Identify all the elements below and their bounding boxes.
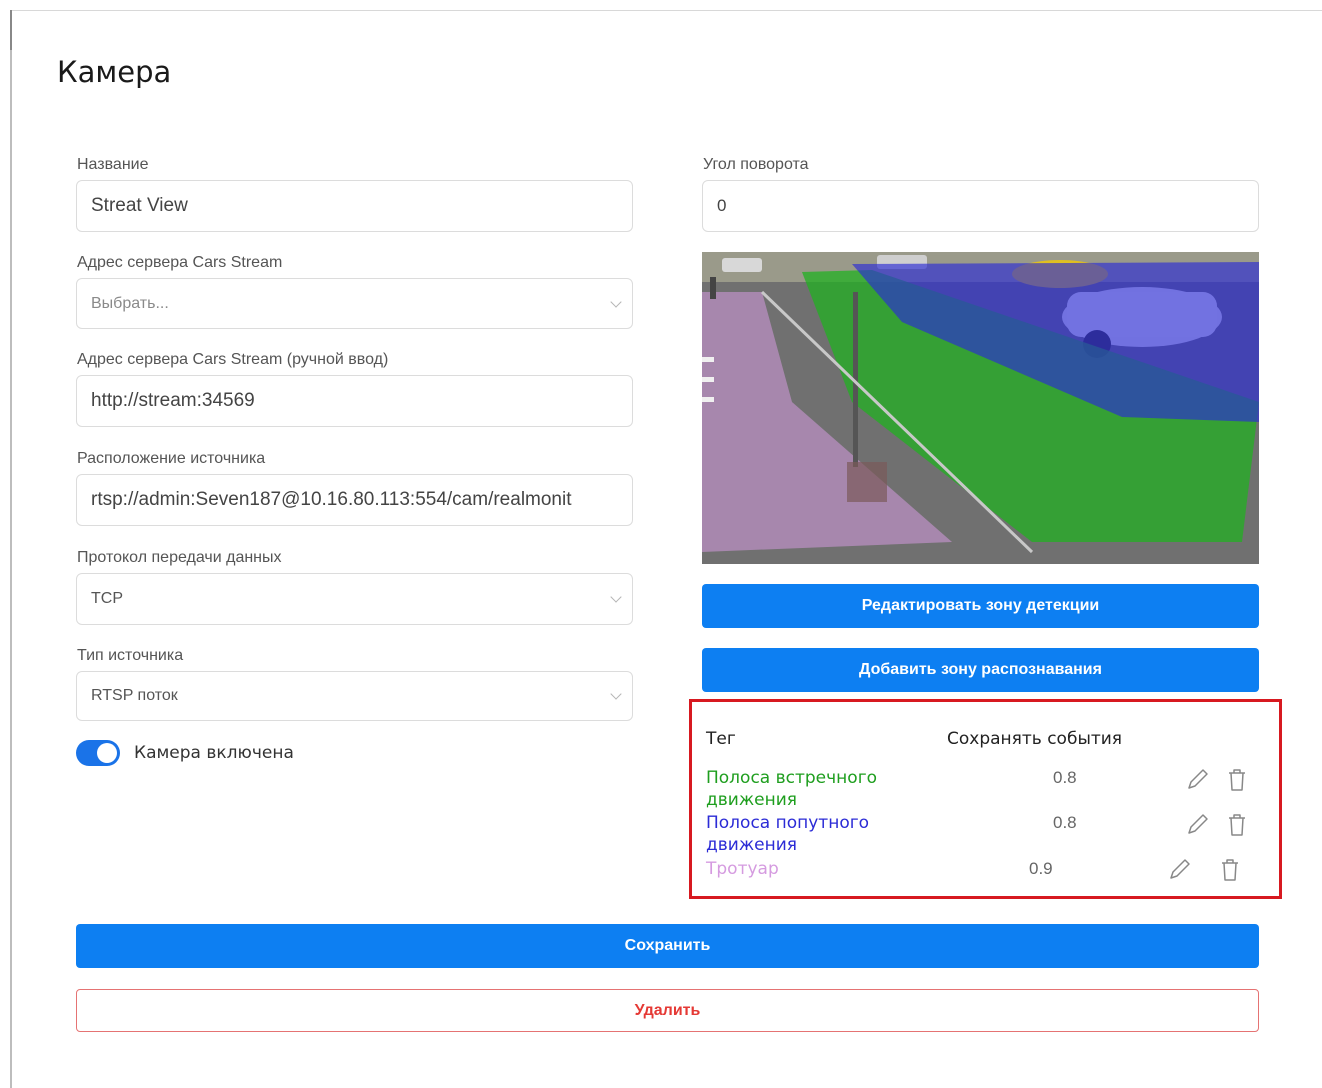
table-row-tag: Полоса попутного движения xyxy=(706,813,870,855)
table-row-tag: Полоса встречного движения xyxy=(706,768,878,810)
pencil-icon[interactable] xyxy=(1166,856,1192,884)
chevron-down-icon xyxy=(610,688,622,700)
protocol-select-value: TCP xyxy=(91,590,123,607)
save-button[interactable]: Сохранить xyxy=(76,924,1259,968)
table-row-value: 0.8 xyxy=(1053,768,1077,787)
chevron-down-icon xyxy=(610,591,622,603)
page-title: Камера xyxy=(57,55,172,89)
rotation-input-value: 0 xyxy=(717,196,727,215)
server-select[interactable]: Выбрать... xyxy=(76,278,633,329)
rotation-input[interactable]: 0 xyxy=(702,180,1259,232)
pencil-icon[interactable] xyxy=(1184,766,1210,794)
camera-enabled-toggle[interactable] xyxy=(76,740,120,766)
pencil-icon[interactable] xyxy=(1184,811,1210,839)
source-location-input[interactable]: rtsp://admin:Seven187@10.16.80.113:554/c… xyxy=(76,474,633,526)
camera-preview-svg xyxy=(702,252,1259,564)
protocol-select[interactable]: TCP xyxy=(76,573,633,625)
rotation-label: Угол поворота xyxy=(703,156,809,173)
source-location-label: Расположение источника xyxy=(77,450,266,467)
window-left-border xyxy=(10,10,12,1088)
source-location-input-value: rtsp://admin:Seven187@10.16.80.113:554/c… xyxy=(91,489,572,510)
camera-enabled-label: Камера включена xyxy=(134,743,294,763)
window-top-border xyxy=(10,10,1322,11)
chevron-down-icon xyxy=(610,295,622,308)
trash-icon[interactable] xyxy=(1224,811,1250,839)
server-manual-input[interactable]: http://stream:34569 xyxy=(76,375,633,427)
server-manual-label: Адрес сервера Cars Stream (ручной ввод) xyxy=(77,351,389,368)
window-left-border-accent xyxy=(10,10,12,50)
source-type-select-value: RTSP поток xyxy=(91,687,178,704)
edit-detection-zone-button[interactable]: Редактировать зону детекции xyxy=(702,584,1259,628)
delete-button[interactable]: Удалить xyxy=(76,989,1259,1032)
trash-icon[interactable] xyxy=(1217,856,1243,884)
table-header-tag: Тег xyxy=(706,729,736,749)
name-label: Название xyxy=(77,156,149,173)
toggle-knob xyxy=(97,743,117,763)
server-manual-input-value: http://stream:34569 xyxy=(91,390,255,411)
camera-preview-image xyxy=(702,252,1259,564)
protocol-label: Протокол передачи данных xyxy=(77,549,282,566)
server-select-placeholder: Выбрать... xyxy=(91,294,169,312)
server-label: Адрес сервера Cars Stream xyxy=(77,254,283,271)
table-row-value: 0.8 xyxy=(1053,813,1077,832)
name-input-value: Streat View xyxy=(91,195,188,216)
trash-icon[interactable] xyxy=(1224,766,1250,794)
table-header-save-events: Сохранять события xyxy=(947,729,1123,749)
add-recognition-zone-button[interactable]: Добавить зону распознавания xyxy=(702,648,1259,692)
name-input[interactable]: Streat View xyxy=(76,180,633,232)
table-row-tag: Тротуар xyxy=(706,859,779,879)
source-type-select[interactable]: RTSP поток xyxy=(76,671,633,721)
source-type-label: Тип источника xyxy=(77,647,184,664)
table-row-value: 0.9 xyxy=(1029,859,1053,878)
